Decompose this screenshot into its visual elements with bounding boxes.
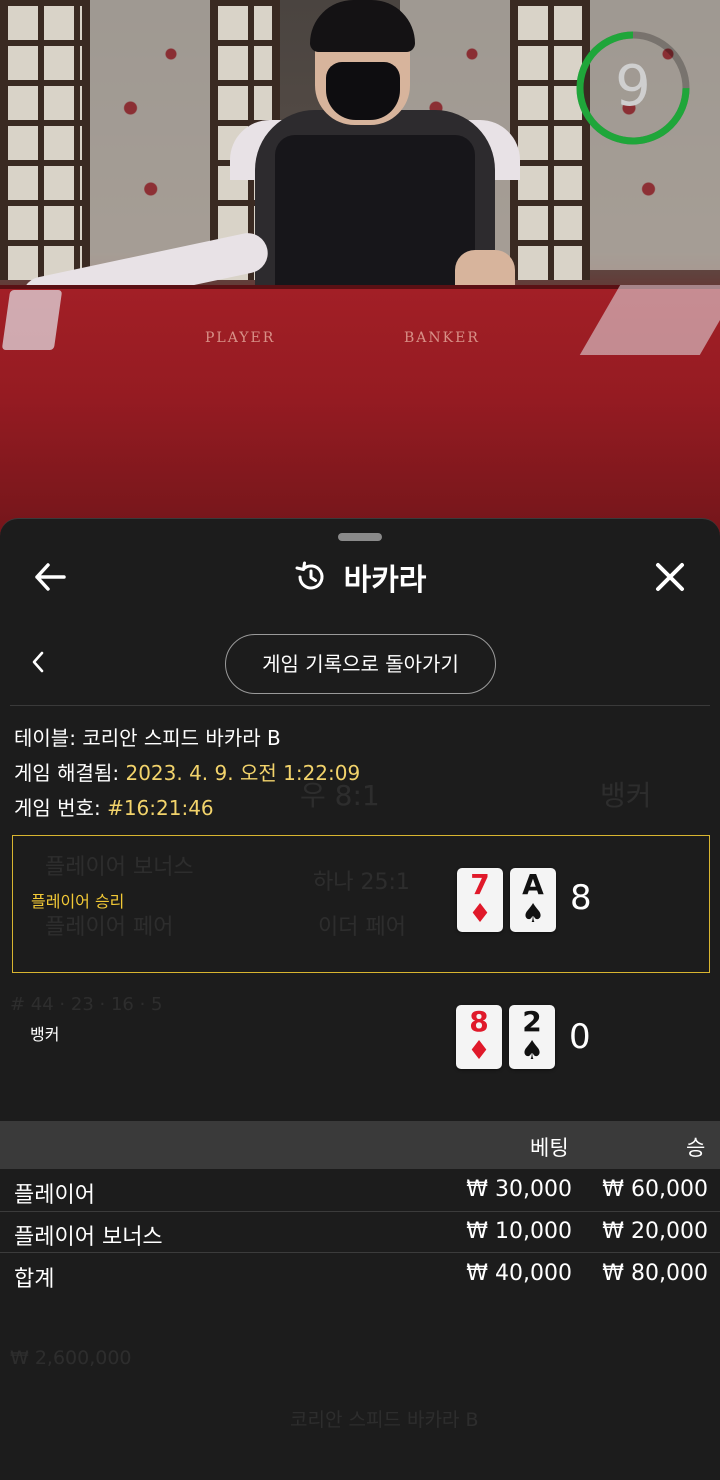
card-shoe bbox=[1, 290, 63, 350]
sheet-drag-handle[interactable] bbox=[338, 533, 382, 541]
player-hand-label: 플레이어 승리 bbox=[31, 892, 125, 911]
player-score: 8 bbox=[570, 878, 592, 918]
game-number-info: 게임 번호: #16:21:46 bbox=[14, 792, 214, 821]
card-suit: ♦ bbox=[468, 899, 492, 929]
chevron-left-icon bbox=[32, 651, 44, 673]
total-row: 합계 ₩ 40,000 ₩ 80,000 bbox=[0, 1254, 720, 1296]
background-ghost: 코리안 스피드 바카라 B bbox=[290, 1409, 479, 1431]
previous-button[interactable] bbox=[26, 649, 50, 679]
total-label: 합계 bbox=[14, 1267, 55, 1292]
divider bbox=[10, 705, 710, 706]
bet-column-header: 베팅 bbox=[530, 1136, 569, 1160]
bet-row-label: 플레이어 보너스 bbox=[14, 1225, 163, 1250]
bet-row-win: ₩ 20,000 bbox=[602, 1219, 708, 1244]
card-suit: ♠ bbox=[521, 899, 545, 929]
table-label-banker: BANKER bbox=[404, 330, 480, 346]
game-history-sheet: 우 8:1 뱅커 플레이어 보너스 하나 25:1 플레이어 페어 이더 페어 … bbox=[0, 518, 720, 1480]
bet-row: 플레이어 보너스 ₩ 10,000 ₩ 20,000 bbox=[0, 1212, 720, 1254]
win-column-header: 승 bbox=[686, 1136, 706, 1160]
bet-row-win: ₩ 60,000 bbox=[602, 1177, 708, 1202]
playing-card: 7 ♦ bbox=[457, 868, 503, 932]
playing-card: A ♠ bbox=[510, 868, 556, 932]
card-rank: A bbox=[522, 868, 544, 901]
banker-hand-row: 뱅커 8 ♦ 2 ♠ 0 bbox=[12, 973, 710, 1111]
wall-art bbox=[90, 0, 225, 270]
playing-card: 8 ♦ bbox=[456, 1005, 502, 1069]
table-info-label: 테이블: bbox=[14, 726, 76, 750]
history-icon bbox=[294, 560, 328, 594]
card-rank: 8 bbox=[469, 1005, 489, 1038]
live-video-feed: PLAYER BANKER 9 bbox=[0, 0, 720, 560]
bet-row-amount: ₩ 10,000 bbox=[466, 1219, 572, 1244]
background-ghost: 뱅커 bbox=[600, 779, 652, 812]
close-button[interactable] bbox=[648, 557, 692, 597]
total-win: ₩ 80,000 bbox=[602, 1261, 708, 1286]
dealer-mask bbox=[326, 62, 400, 120]
bet-row-label: 플레이어 bbox=[14, 1183, 95, 1208]
banker-hand-label: 뱅커 bbox=[30, 1025, 60, 1044]
game-number-label: 게임 번호: bbox=[14, 796, 101, 820]
dealer-vest bbox=[275, 135, 475, 305]
return-to-history-button[interactable]: 게임 기록으로 돌아가기 bbox=[225, 634, 496, 694]
resolved-info-label: 게임 해결됨: bbox=[14, 761, 120, 785]
table-info-value: 코리안 스피드 바카라 B bbox=[82, 726, 281, 750]
bet-row: 플레이어 ₩ 30,000 ₩ 60,000 bbox=[0, 1170, 720, 1212]
row-divider bbox=[0, 1252, 720, 1253]
table-label-player: PLAYER bbox=[205, 330, 276, 346]
card-suit: ♠ bbox=[520, 1036, 544, 1066]
sheet-title: 바카라 bbox=[0, 555, 720, 599]
total-bet: ₩ 40,000 bbox=[466, 1261, 572, 1286]
banker-score: 0 bbox=[569, 1017, 591, 1057]
bets-table-header: 베팅 승 bbox=[0, 1121, 720, 1169]
resolved-info: 게임 해결됨: 2023. 4. 9. 오전 1:22:09 bbox=[14, 757, 360, 786]
close-icon bbox=[656, 563, 684, 591]
player-hand-row: 플레이어 승리 7 ♦ A ♠ 8 bbox=[12, 835, 710, 973]
card-rank: 7 bbox=[470, 868, 490, 901]
lattice-panel bbox=[0, 0, 90, 280]
table-info: 테이블: 코리안 스피드 바카라 B bbox=[14, 722, 281, 751]
bet-row-amount: ₩ 30,000 bbox=[466, 1177, 572, 1202]
resolved-info-value: 2023. 4. 9. 오전 1:22:09 bbox=[125, 761, 361, 785]
card-suit: ♦ bbox=[467, 1036, 491, 1066]
playing-card: 2 ♠ bbox=[509, 1005, 555, 1069]
background-ghost: ₩ 2,600,000 bbox=[10, 1347, 132, 1369]
countdown-number: 9 bbox=[615, 54, 651, 119]
title-text: 바카라 bbox=[343, 563, 427, 598]
card-rank: 2 bbox=[522, 1005, 542, 1038]
game-number-value: #16:21:46 bbox=[107, 796, 214, 820]
